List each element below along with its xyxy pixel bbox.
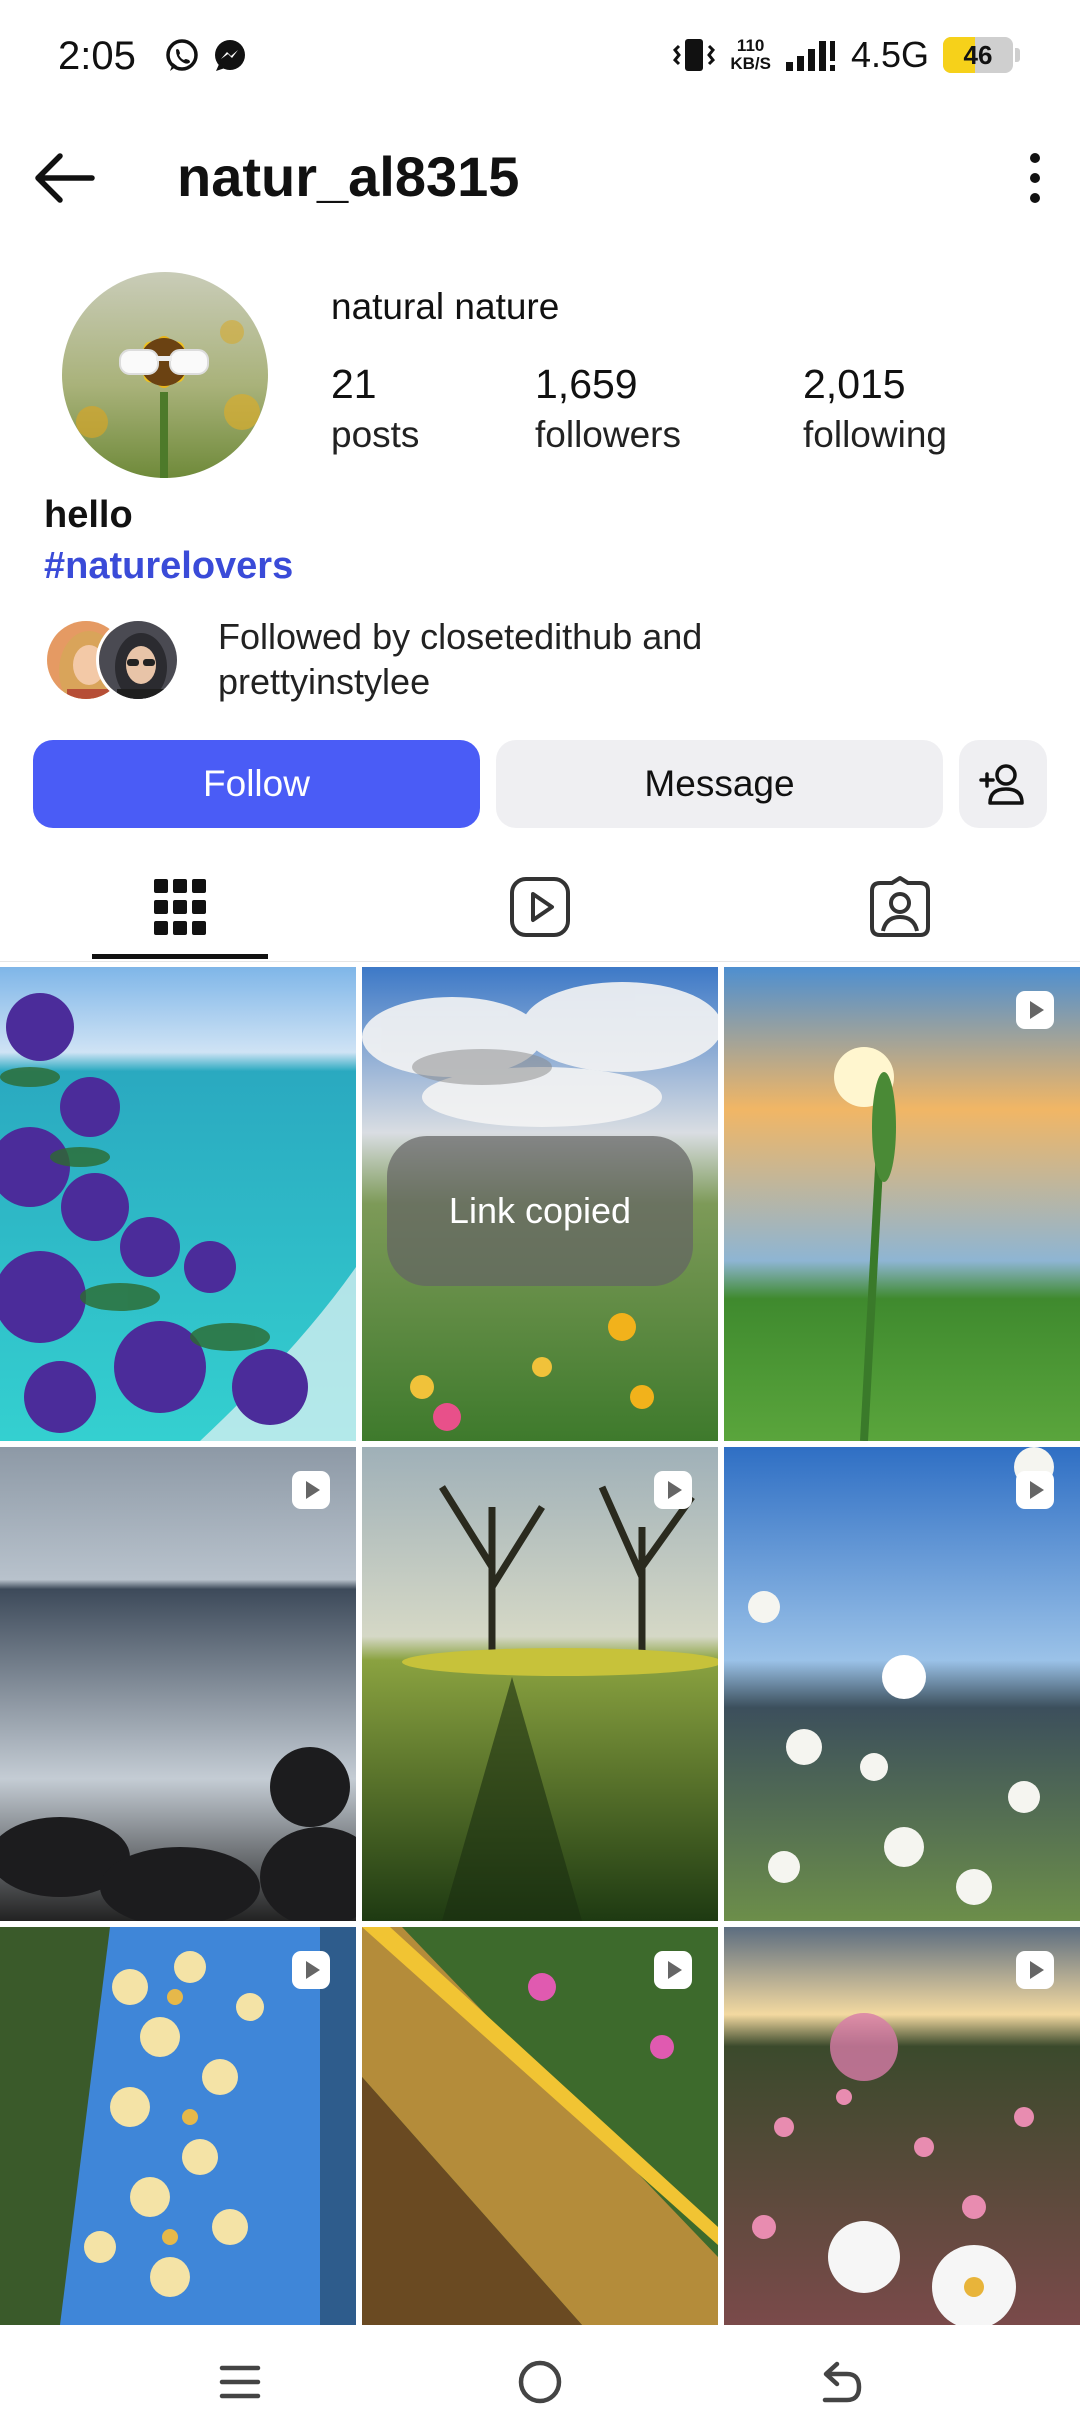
tagged-icon xyxy=(870,876,930,937)
following-label: following xyxy=(803,414,947,455)
tab-reels[interactable] xyxy=(450,852,630,962)
stat-posts[interactable]: 21 posts xyxy=(331,358,419,460)
whatsapp-icon xyxy=(166,39,198,71)
status-time: 2:05 xyxy=(58,34,136,78)
back-arrow-icon[interactable] xyxy=(30,150,100,206)
post-thumbnail[interactable] xyxy=(724,1927,1080,2325)
post-thumbnail[interactable] xyxy=(724,1447,1080,1921)
reel-icon xyxy=(292,1951,330,1989)
battery-level: 46 xyxy=(963,40,993,70)
profile-header: natur_al8315 xyxy=(0,130,1080,226)
post-thumbnail[interactable] xyxy=(0,1447,356,1921)
menu-icon xyxy=(219,2365,261,2399)
post-thumbnail[interactable] xyxy=(362,1447,718,1921)
reel-icon xyxy=(292,1471,330,1509)
back-gesture-icon xyxy=(822,2361,862,2403)
stat-following[interactable]: 2,015 following xyxy=(803,358,947,460)
message-button[interactable]: Message xyxy=(496,740,943,828)
recent-apps-button[interactable] xyxy=(205,2347,275,2417)
tab-posts-grid[interactable] xyxy=(90,852,270,962)
profile-avatar[interactable] xyxy=(62,272,268,478)
home-circle-icon xyxy=(518,2360,562,2404)
post-thumbnail[interactable] xyxy=(362,1927,718,2325)
display-name: natural nature xyxy=(331,286,560,327)
active-tab-indicator xyxy=(92,954,268,959)
post-thumbnail[interactable] xyxy=(724,967,1080,1441)
reel-icon xyxy=(1016,1951,1054,1989)
following-count: 2,015 xyxy=(803,361,906,407)
grid-icon xyxy=(154,879,206,935)
followers-count: 1,659 xyxy=(535,361,638,407)
home-button[interactable] xyxy=(505,2347,575,2417)
back-button[interactable] xyxy=(805,2347,875,2417)
signal-icon xyxy=(785,41,835,71)
speed-value: 110 xyxy=(736,36,765,55)
followers-label: followers xyxy=(535,414,681,455)
bio-text: hello xyxy=(44,494,133,536)
reel-icon xyxy=(654,1951,692,1989)
network-type: 4.5G xyxy=(850,34,929,75)
network-speed: 110 KB/S xyxy=(730,37,771,73)
add-user-icon xyxy=(979,764,1024,805)
stat-followers[interactable]: 1,659 followers xyxy=(535,358,681,460)
reel-icon xyxy=(654,1471,692,1509)
speed-unit: KB/S xyxy=(730,54,771,73)
battery-indicator: 46 xyxy=(943,37,1013,73)
messenger-icon xyxy=(215,40,245,71)
posts-label: posts xyxy=(331,414,420,455)
bio-hashtag-link[interactable]: #naturelovers xyxy=(44,545,293,588)
followed-by-text[interactable]: Followed by closetedithub and prettyinst… xyxy=(218,614,702,704)
more-options-icon[interactable] xyxy=(1020,148,1050,208)
suggested-users-button[interactable] xyxy=(959,740,1047,828)
vibrate-icon xyxy=(673,39,716,71)
status-bar: 2:05 110 KB/S 4.5G 46 xyxy=(0,0,1080,118)
posts-count: 21 xyxy=(331,361,377,407)
followed-by-row[interactable]: Followed by closetedithub and prettyinst… xyxy=(44,612,1044,702)
system-nav-bar xyxy=(0,2325,1080,2436)
profile-tabs xyxy=(0,852,1080,962)
followed-by-line2: prettyinstylee xyxy=(218,661,431,702)
followed-by-line1: Followed by closetedithub and xyxy=(218,616,703,657)
battery-tip xyxy=(1015,48,1020,62)
tab-tagged[interactable] xyxy=(810,852,990,962)
reels-icon xyxy=(510,877,570,937)
post-thumbnail[interactable] xyxy=(0,1927,356,2325)
status-right: 110 KB/S 4.5G 46 xyxy=(672,30,1020,80)
link-copied-toast: Link copied xyxy=(387,1136,693,1286)
reel-icon xyxy=(1016,991,1054,1029)
profile-username: natur_al8315 xyxy=(177,145,520,208)
reel-icon xyxy=(1016,1471,1054,1509)
follow-button[interactable]: Follow xyxy=(33,740,480,828)
mutual-follower-avatar xyxy=(96,618,180,702)
post-thumbnail[interactable] xyxy=(0,967,356,1441)
